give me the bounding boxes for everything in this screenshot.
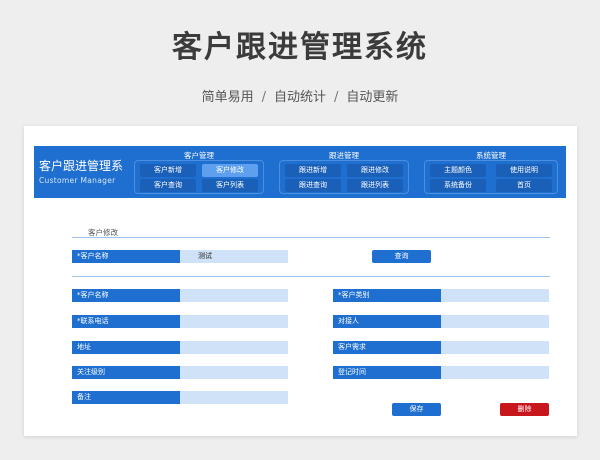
customer-name-label: *客户名称 — [72, 289, 180, 302]
menu-group-box: 跟进新增 跟进修改 跟进查询 跟进列表 — [279, 160, 409, 194]
register-time-input[interactable] — [441, 366, 549, 379]
menu-customer-query[interactable]: 客户查询 — [140, 179, 196, 192]
menu-group-box: 客户新增 客户修改 客户查询 客户列表 — [134, 160, 264, 194]
menu-customer-list[interactable]: 客户列表 — [202, 179, 258, 192]
menu-followup-list[interactable]: 跟进列表 — [347, 179, 403, 192]
menu-customer-add[interactable]: 客户新增 — [140, 164, 196, 177]
subtitle-easy: 简单易用 — [201, 90, 254, 105]
customer-type-input[interactable] — [441, 289, 549, 302]
hero-title: 客户跟进管理系统 — [172, 30, 428, 65]
contact-phone-label: *联系电话 — [72, 315, 180, 328]
menu-customer-edit[interactable]: 客户修改 — [202, 164, 258, 177]
contact-phone-input[interactable] — [180, 315, 288, 328]
contact-person-label: 对接人 — [333, 315, 441, 328]
top-navigation-bar: 客户跟进管理系 Customer Manager 客户管理 客户新增 客户修改 … — [34, 146, 566, 198]
menu-group-system: 系统管理 主题颜色 使用说明 系统备份 首页 — [424, 150, 558, 194]
menu-group-box: 主题颜色 使用说明 系统备份 首页 — [424, 160, 558, 194]
remarks-input[interactable] — [180, 391, 288, 404]
query-customer-name-label: *客户名称 — [72, 250, 180, 263]
save-button[interactable]: 保存 — [392, 403, 441, 416]
form-divider — [72, 276, 550, 277]
menu-group-followup: 跟进管理 跟进新增 跟进修改 跟进查询 跟进列表 — [279, 150, 409, 194]
subtitle-separator: / — [334, 90, 339, 105]
app-name: 客户跟进管理系 — [39, 159, 124, 173]
menu-system-backup[interactable]: 系统备份 — [430, 179, 486, 192]
menu-followup-add[interactable]: 跟进新增 — [285, 164, 341, 177]
customer-type-label: *客户类别 — [333, 289, 441, 302]
remarks-label: 备注 — [72, 391, 180, 404]
address-input[interactable] — [180, 341, 288, 354]
hero-subtitle: 简单易用 / 自动统计 / 自动更新 — [0, 86, 600, 105]
menu-group-customer: 客户管理 客户新增 客户修改 客户查询 客户列表 — [134, 150, 264, 194]
app-name-en: Customer Manager — [39, 176, 116, 185]
menu-theme-color[interactable]: 主题颜色 — [430, 164, 486, 177]
delete-button[interactable]: 删除 — [500, 403, 549, 416]
subtitle-auto-stats: 自动统计 — [273, 90, 326, 105]
subtitle-auto-update: 自动更新 — [346, 90, 399, 105]
query-customer-name-input[interactable]: 测试 — [180, 250, 288, 263]
address-label: 地址 — [72, 341, 180, 354]
section-divider — [72, 237, 550, 238]
query-button[interactable]: 查询 — [372, 250, 431, 263]
customer-demand-label: 客户需求 — [333, 341, 441, 354]
menu-user-guide[interactable]: 使用说明 — [496, 164, 552, 177]
app-window: 客户跟进管理系 Customer Manager 客户管理 客户新增 客户修改 … — [24, 126, 577, 436]
attention-level-input[interactable] — [180, 366, 288, 379]
subtitle-separator: / — [261, 90, 266, 105]
menu-followup-query[interactable]: 跟进查询 — [285, 179, 341, 192]
menu-home[interactable]: 首页 — [496, 179, 552, 192]
customer-demand-input[interactable] — [441, 341, 549, 354]
contact-person-input[interactable] — [441, 315, 549, 328]
customer-name-input[interactable] — [180, 289, 288, 302]
register-time-label: 登记时间 — [333, 366, 441, 379]
attention-level-label: 关注级别 — [72, 366, 180, 379]
menu-followup-edit[interactable]: 跟进修改 — [347, 164, 403, 177]
